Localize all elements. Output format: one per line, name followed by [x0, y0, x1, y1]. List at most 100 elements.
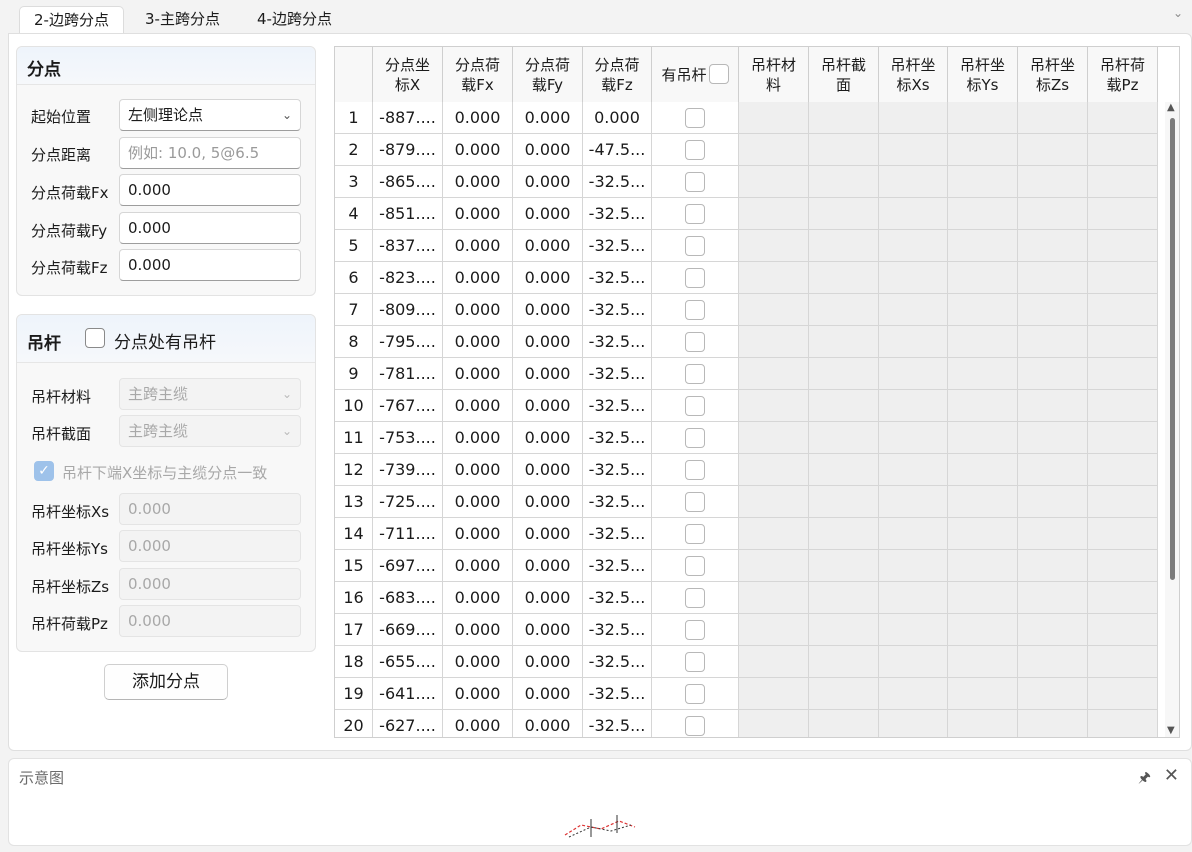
- has-hanger-cell[interactable]: [652, 230, 739, 261]
- has-hanger-row-checkbox[interactable]: [685, 395, 705, 416]
- distance-input[interactable]: 例如: 10.0, 5@6.5: [119, 137, 301, 169]
- scroll-thumb[interactable]: [1170, 118, 1175, 580]
- align-x-checkbox[interactable]: ✓: [34, 461, 54, 481]
- table-cell[interactable]: 0.000: [513, 582, 583, 613]
- has-hanger-cell[interactable]: [652, 582, 739, 613]
- table-cell[interactable]: 0.000: [513, 166, 583, 197]
- table-cell[interactable]: -641....: [373, 678, 443, 709]
- column-header[interactable]: 分点荷 载Fy: [513, 47, 583, 102]
- table-cell[interactable]: 0.000: [513, 134, 583, 165]
- has-hanger-row-checkbox[interactable]: [685, 619, 705, 640]
- column-header[interactable]: [335, 47, 373, 102]
- table-row[interactable]: 6 -823.... 0.000 0.000 -32.5...: [335, 262, 1158, 294]
- table-row[interactable]: 16 -683.... 0.000 0.000 -32.5...: [335, 582, 1158, 614]
- has-hanger-cell[interactable]: [652, 358, 739, 389]
- table-cell[interactable]: -32.5...: [583, 262, 652, 293]
- fz-input[interactable]: 0.000: [119, 249, 301, 281]
- zs-input[interactable]: 0.000: [119, 568, 301, 600]
- has-hanger-cell[interactable]: [652, 710, 739, 737]
- table-cell[interactable]: 0.000: [443, 422, 513, 453]
- table-cell[interactable]: -47.5...: [583, 134, 652, 165]
- table-cell[interactable]: 0.000: [513, 518, 583, 549]
- table-cell[interactable]: -879....: [373, 134, 443, 165]
- table-row[interactable]: 11 -753.... 0.000 0.000 -32.5...: [335, 422, 1158, 454]
- table-cell[interactable]: 0.000: [443, 326, 513, 357]
- table-cell[interactable]: -32.5...: [583, 358, 652, 389]
- table-cell[interactable]: 0.000: [443, 678, 513, 709]
- table-scrollbar[interactable]: ▲ ▼: [1165, 102, 1179, 737]
- table-cell[interactable]: 0.000: [443, 166, 513, 197]
- table-row[interactable]: 5 -837.... 0.000 0.000 -32.5...: [335, 230, 1158, 262]
- column-header[interactable]: 分点荷 载Fx: [443, 47, 513, 102]
- has-hanger-cell[interactable]: [652, 102, 739, 133]
- has-hanger-row-checkbox[interactable]: [685, 299, 705, 320]
- has-hanger-row-checkbox[interactable]: [685, 363, 705, 384]
- has-hanger-cell[interactable]: [652, 294, 739, 325]
- column-header[interactable]: 有吊杆: [652, 47, 739, 102]
- table-cell[interactable]: 0.000: [443, 582, 513, 613]
- table-cell[interactable]: 0.000: [513, 678, 583, 709]
- table-cell[interactable]: 0.000: [443, 646, 513, 677]
- table-cell[interactable]: -865....: [373, 166, 443, 197]
- has-hanger-cell[interactable]: [652, 326, 739, 357]
- table-cell[interactable]: 0.000: [513, 614, 583, 645]
- table-cell[interactable]: 0.000: [443, 294, 513, 325]
- table-cell[interactable]: 0.000: [443, 230, 513, 261]
- table-cell[interactable]: -739....: [373, 454, 443, 485]
- has-hanger-row-checkbox[interactable]: [685, 715, 705, 736]
- table-row[interactable]: 1 -887.... 0.000 0.000 0.000: [335, 102, 1158, 134]
- table-row[interactable]: 13 -725.... 0.000 0.000 -32.5...: [335, 486, 1158, 518]
- has-hanger-row-checkbox[interactable]: [685, 267, 705, 288]
- has-hanger-cell[interactable]: [652, 390, 739, 421]
- table-cell[interactable]: 0.000: [513, 102, 583, 133]
- table-cell[interactable]: -711....: [373, 518, 443, 549]
- has-hanger-cell[interactable]: [652, 262, 739, 293]
- table-cell[interactable]: 0.000: [513, 454, 583, 485]
- table-cell[interactable]: 0.000: [513, 358, 583, 389]
- has-hanger-cell[interactable]: [652, 198, 739, 229]
- has-hanger-cell[interactable]: [652, 166, 739, 197]
- has-hanger-row-checkbox[interactable]: [685, 331, 705, 352]
- fy-input[interactable]: 0.000: [119, 212, 301, 244]
- has-hanger-row-checkbox[interactable]: [685, 139, 705, 160]
- table-cell[interactable]: 0.000: [443, 486, 513, 517]
- table-cell[interactable]: 0.000: [443, 454, 513, 485]
- has-hanger-row-checkbox[interactable]: [685, 523, 705, 544]
- table-row[interactable]: 10 -767.... 0.000 0.000 -32.5...: [335, 390, 1158, 422]
- table-cell[interactable]: 0.000: [513, 198, 583, 229]
- start-position-select[interactable]: 左侧理论点 ⌄: [119, 99, 301, 131]
- has-hanger-checkbox[interactable]: [85, 328, 105, 348]
- table-cell[interactable]: -683....: [373, 582, 443, 613]
- has-hanger-cell[interactable]: [652, 454, 739, 485]
- column-header[interactable]: 吊杆坐 标Ys: [948, 47, 1018, 102]
- table-cell[interactable]: 0.000: [443, 614, 513, 645]
- has-hanger-row-checkbox[interactable]: [685, 651, 705, 672]
- table-cell[interactable]: -32.5...: [583, 646, 652, 677]
- table-cell[interactable]: 0.000: [513, 710, 583, 737]
- tab-4-side-span[interactable]: 4-边跨分点: [243, 6, 346, 34]
- scroll-up-icon[interactable]: ▲: [1167, 102, 1175, 113]
- table-cell[interactable]: 0.000: [513, 486, 583, 517]
- has-hanger-cell[interactable]: [652, 550, 739, 581]
- table-cell[interactable]: -32.5...: [583, 390, 652, 421]
- table-cell[interactable]: 0.000: [513, 230, 583, 261]
- table-cell[interactable]: -32.5...: [583, 678, 652, 709]
- has-hanger-cell[interactable]: [652, 518, 739, 549]
- table-cell[interactable]: -32.5...: [583, 230, 652, 261]
- fx-input[interactable]: 0.000: [119, 174, 301, 206]
- select-all-hanger-checkbox[interactable]: [708, 63, 729, 84]
- table-row[interactable]: 9 -781.... 0.000 0.000 -32.5...: [335, 358, 1158, 390]
- table-cell[interactable]: -697....: [373, 550, 443, 581]
- table-cell[interactable]: -32.5...: [583, 582, 652, 613]
- table-cell[interactable]: -655....: [373, 646, 443, 677]
- table-cell[interactable]: 0.000: [513, 390, 583, 421]
- table-cell[interactable]: -781....: [373, 358, 443, 389]
- column-header[interactable]: 吊杆坐 标Zs: [1018, 47, 1088, 102]
- table-cell[interactable]: -32.5...: [583, 422, 652, 453]
- has-hanger-cell[interactable]: [652, 614, 739, 645]
- table-cell[interactable]: -32.5...: [583, 710, 652, 737]
- table-cell[interactable]: 0.000: [443, 390, 513, 421]
- table-cell[interactable]: -32.5...: [583, 550, 652, 581]
- table-row[interactable]: 18 -655.... 0.000 0.000 -32.5...: [335, 646, 1158, 678]
- table-row[interactable]: 2 -879.... 0.000 0.000 -47.5...: [335, 134, 1158, 166]
